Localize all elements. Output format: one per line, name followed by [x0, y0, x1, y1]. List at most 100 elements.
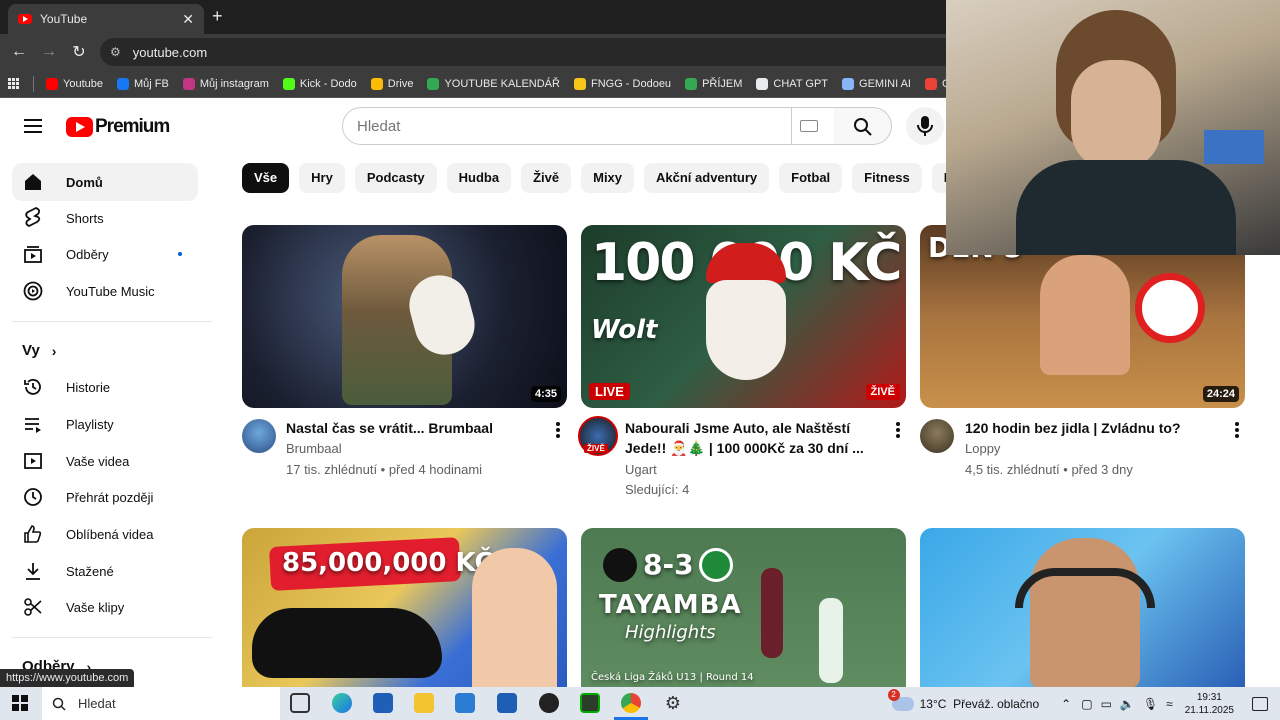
windows-start-icon[interactable]	[12, 695, 28, 711]
sidebar-item-home[interactable]: Domů	[12, 163, 198, 201]
store-icon[interactable]	[373, 693, 393, 713]
close-tab-icon[interactable]: ✕	[182, 11, 194, 28]
youtube-masthead: Premium Hledat	[0, 99, 946, 155]
video-title[interactable]: Nabourali Jsme Auto, ale Naštěstí Jede!!…	[625, 418, 885, 458]
filter-chip[interactable]: Akční adventury	[644, 163, 770, 193]
thumbnail-text: 85,000,000 KČ	[282, 548, 494, 578]
tray-app-icon[interactable]: ▢	[1081, 697, 1092, 711]
youtube-favicon-icon	[18, 14, 32, 24]
channel-avatar-live[interactable]: ŽIVĚ	[578, 416, 618, 456]
bookmark-item[interactable]: Kick - Dodo	[282, 77, 357, 90]
sidebar-item-youtube-music[interactable]: YouTube Music	[12, 272, 198, 310]
bookmark-item[interactable]: PŘÍJEM	[685, 77, 742, 90]
microphone-icon[interactable]: 🎙	[1143, 697, 1158, 711]
sidebar-item-subscriptions[interactable]: Odběry	[12, 235, 198, 273]
bookmark-favicon-icon	[370, 77, 383, 90]
wifi-icon[interactable]: ≈	[1166, 697, 1173, 711]
video-thumbnail[interactable]: 85,000,000 KČ	[242, 528, 567, 687]
clock-time: 19:31	[1196, 691, 1222, 703]
filter-chip[interactable]: Podcasty	[354, 163, 437, 193]
bookmark-item[interactable]: Můj instagram	[182, 77, 269, 90]
battery-icon[interactable]: ▭	[1101, 697, 1112, 711]
sidebar-item-playlists[interactable]: Playlisty	[12, 405, 198, 443]
file-explorer-icon[interactable]	[414, 693, 434, 713]
video-thumbnail[interactable]: 100 000 KČ Wolt LIVE ŽIVĚ	[581, 225, 906, 408]
obs-icon[interactable]	[539, 693, 559, 713]
back-arrow-icon[interactable]: ←	[4, 43, 34, 61]
more-actions-icon[interactable]	[556, 422, 560, 440]
filter-chip[interactable]: Hry	[299, 163, 345, 193]
filter-chip[interactable]: Fotbal	[779, 163, 843, 193]
search-button[interactable]	[834, 107, 892, 145]
history-icon	[22, 376, 44, 398]
new-tab-button[interactable]: +	[212, 6, 223, 27]
address-bar-url: youtube.com	[132, 44, 208, 60]
sidebar-item-downloads[interactable]: Stažené	[12, 552, 198, 590]
weather-icon[interactable]: 2	[887, 688, 914, 711]
youtube-premium-logo[interactable]: Premium	[66, 116, 170, 138]
bookmark-item[interactable]: YOUTUBE KALENDÁŘ	[427, 77, 560, 90]
settings-gear-icon[interactable]: ⚙	[663, 693, 683, 713]
filter-chip[interactable]: Hudba	[446, 163, 512, 193]
shorts-icon	[22, 207, 44, 229]
tab-youtube[interactable]: YouTube ✕	[8, 4, 204, 34]
sidebar-item-shorts[interactable]: Shorts	[12, 199, 198, 237]
notifications-icon[interactable]	[1252, 696, 1268, 711]
chrome-icon[interactable]	[621, 693, 641, 713]
site-info-icon[interactable]: ⚙	[110, 45, 121, 59]
channel-name[interactable]: Brumbaal	[286, 439, 342, 459]
filter-chip[interactable]: Mixy	[581, 163, 635, 193]
filter-chip[interactable]: Fitness	[852, 163, 922, 193]
show-hidden-icons-chevron[interactable]: ⌃	[1061, 697, 1071, 711]
reload-icon[interactable]: ↻	[64, 42, 94, 62]
bookmark-item[interactable]: GEMINI AI	[842, 77, 911, 90]
bookmark-item[interactable]: Můj FB	[116, 77, 169, 90]
sidebar-item-your-clips[interactable]: Vaše klipy	[12, 588, 198, 626]
voice-search-button[interactable]	[906, 107, 944, 145]
keyboard-icon[interactable]	[800, 120, 818, 132]
volume-icon[interactable]: 🔈	[1120, 697, 1135, 711]
thumbnail-car	[252, 608, 442, 678]
thumbnail-person	[1030, 538, 1140, 687]
sidebar-you-header[interactable]: Vy ›	[22, 342, 56, 359]
channel-name[interactable]: Ugart	[625, 460, 657, 480]
video-thumbnail[interactable]	[920, 528, 1245, 687]
sidebar-item-watch-later[interactable]: Přehrát později	[12, 478, 198, 516]
weather-text[interactable]: 13°C Převáž. oblačno	[920, 697, 1040, 711]
watch-later-icon	[22, 486, 44, 508]
sidebar-item-liked-videos[interactable]: Oblíbená videa	[12, 515, 198, 553]
task-view-icon[interactable]	[290, 693, 310, 713]
sidebar-item-history[interactable]: Historie	[12, 368, 198, 406]
tab-title: YouTube	[40, 12, 88, 26]
video-thumbnail[interactable]: 8-3 TAYAMBA Highlights Česká Liga Žáků U…	[581, 528, 906, 687]
video-thumbnail[interactable]: 4:35	[242, 225, 567, 408]
bookmark-item[interactable]: FNGG - Dodoeu	[573, 77, 671, 90]
filter-chip[interactable]: Živě	[521, 163, 572, 193]
video-title[interactable]: Nastal čas se vrátit... Brumbaal	[286, 418, 536, 438]
taskbar-search-input[interactable]: Hledat	[42, 687, 280, 720]
sidebar-item-your-videos[interactable]: Vaše videa	[12, 442, 198, 480]
bookmark-favicon-icon	[46, 77, 58, 90]
bookmark-item[interactable]: CHAT GPT	[756, 77, 828, 90]
weather-alert-badge: 2	[887, 688, 900, 701]
clock[interactable]: 19:31 21.11.2025	[1185, 691, 1234, 717]
outlook-icon[interactable]	[455, 693, 475, 713]
channel-avatar[interactable]	[242, 419, 276, 453]
filter-chip[interactable]: Rapová	[931, 163, 946, 193]
search-input[interactable]: Hledat	[342, 107, 792, 145]
channel-avatar[interactable]	[920, 419, 954, 453]
video-title[interactable]: 120 hodin bez jidla | Zvládnu to?	[965, 418, 1215, 438]
apps-grid-icon[interactable]	[8, 78, 19, 89]
thumbnail-player	[819, 598, 843, 683]
edge-browser-icon[interactable]	[332, 693, 352, 713]
filter-chip[interactable]: Vše	[242, 163, 290, 193]
bookmark-item[interactable]: Youtube	[46, 77, 103, 90]
bookmark-item[interactable]: Drive	[370, 77, 413, 90]
channel-name[interactable]: Loppy	[965, 439, 1000, 459]
menu-icon[interactable]	[24, 119, 42, 137]
app-icon[interactable]	[580, 693, 600, 713]
more-actions-icon[interactable]	[1235, 422, 1239, 440]
more-actions-icon[interactable]	[896, 422, 900, 440]
forward-arrow-icon[interactable]: →	[34, 43, 64, 61]
app-icon[interactable]	[497, 693, 517, 713]
